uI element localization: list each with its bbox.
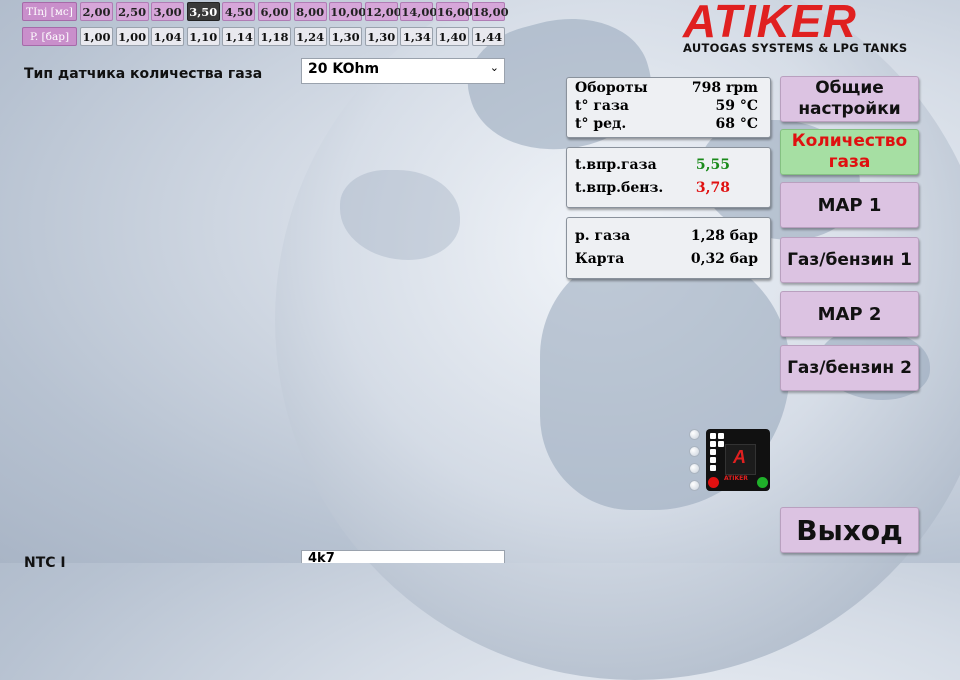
- tinj-cell[interactable]: 3,50: [186, 2, 220, 21]
- ntc-select[interactable]: 4k7: [301, 550, 505, 563]
- map-value: 0,32 бар: [690, 251, 758, 267]
- engine-status-panel: Обороты 798 rpm t° газа 59 °C t° ред. 68 °C: [566, 77, 771, 138]
- tinj-cell[interactable]: 10,00: [329, 2, 366, 21]
- chevron-down-icon: ⌄: [489, 61, 499, 74]
- pressure-cell[interactable]: 1,00: [115, 27, 149, 46]
- tinj-cell[interactable]: 2,50: [115, 2, 149, 21]
- pressure-cell[interactable]: 1,40: [436, 27, 469, 46]
- tinj-cell[interactable]: 4,50: [222, 2, 256, 21]
- gas-sensor-value: 20 KOhm: [308, 61, 380, 77]
- gas-injection-value: 5,55: [695, 157, 730, 173]
- device-screen: A: [725, 444, 756, 475]
- pressure-cell[interactable]: 1,04: [151, 27, 185, 46]
- gas-sensor-label: Тип датчика количества газа: [24, 66, 263, 82]
- tinj-cell[interactable]: 8,00: [293, 2, 327, 21]
- tinj-cell[interactable]: 14,00: [400, 2, 437, 21]
- rpm-value: 798 rpm: [691, 80, 758, 96]
- tinj-cell[interactable]: 12,00: [364, 2, 402, 21]
- device-led-icon: [710, 449, 716, 455]
- gas-injection-label: t.впр.газа: [575, 157, 657, 173]
- ntc-label: NTC I: [24, 555, 66, 571]
- gas-sensor-select[interactable]: 20 KOhm ⌄: [301, 58, 505, 84]
- exit-button[interactable]: Выход: [780, 507, 919, 553]
- pressure-cell[interactable]: 1,18: [258, 27, 291, 46]
- tinj-row-label: TInj [мс]: [22, 2, 77, 21]
- logo-tagline: AUTOGAS SYSTEMS & LPG TANKS: [683, 41, 908, 55]
- switch-device-icon[interactable]: A ATIKER: [706, 429, 770, 491]
- pressure-panel: р. газа 1,28 бар Карта 0,32 бар: [566, 217, 771, 279]
- device-led-icon: [710, 457, 716, 463]
- gas-quantity-button[interactable]: Количество газа: [780, 129, 919, 175]
- map2-button[interactable]: MAP 2: [780, 291, 919, 337]
- rpm-label: Обороты: [575, 80, 648, 96]
- petrol-injection-value: 3,78: [695, 180, 730, 196]
- gas-petrol-1-button[interactable]: Газ/бензин 1: [780, 237, 919, 283]
- pressure-cell[interactable]: 1,30: [364, 27, 398, 46]
- pressure-cell[interactable]: 1,10: [186, 27, 220, 46]
- green-led-icon: [757, 477, 768, 488]
- gas-temp-value: 59 °C: [715, 98, 759, 114]
- pressure-cell[interactable]: 1,14: [222, 27, 256, 46]
- device-led-icon: [718, 433, 724, 439]
- petrol-injection-label: t.впр.бенз.: [575, 180, 664, 196]
- gas-temp-label: t° газа: [575, 98, 629, 114]
- device-led-icon: [710, 433, 716, 439]
- led-icon: [689, 429, 700, 440]
- device-led-icon: [718, 441, 724, 447]
- gas-pressure-label: р. газа: [575, 228, 631, 244]
- map1-button[interactable]: MAP 1: [780, 182, 919, 228]
- pressure-cell[interactable]: 1,00: [80, 27, 113, 46]
- ntc-value: 4k7: [308, 551, 335, 563]
- led-icon: [689, 446, 700, 457]
- pressure-cell[interactable]: 1,34: [400, 27, 434, 46]
- reducer-temp-label: t° ред.: [575, 116, 627, 132]
- device-mark: A: [733, 447, 746, 467]
- pressure-cell[interactable]: 1,30: [329, 27, 363, 46]
- tinj-cell[interactable]: 6,00: [258, 2, 291, 21]
- device-led-icon: [710, 465, 716, 471]
- tinj-cell[interactable]: 3,00: [151, 2, 185, 21]
- tinj-cell[interactable]: 18,00: [471, 2, 509, 21]
- device-led-icon: [710, 441, 716, 447]
- injection-time-panel: t.впр.газа 5,55 t.впр.бенз. 3,78: [566, 147, 771, 208]
- gas-pressure-value: 1,28 бар: [690, 228, 758, 244]
- pressure-cell[interactable]: 1,44: [471, 27, 505, 46]
- pressure-cell[interactable]: 1,24: [293, 27, 327, 46]
- tinj-cell[interactable]: 16,00: [436, 2, 473, 21]
- gas-petrol-2-button[interactable]: Газ/бензин 2: [780, 345, 919, 391]
- pressure-row-label: P. [бар]: [22, 27, 77, 46]
- red-led-icon: [708, 477, 719, 488]
- led-icon: [689, 463, 700, 474]
- tinj-cell[interactable]: 2,00: [80, 2, 113, 21]
- general-settings-button[interactable]: Общие настройки: [780, 76, 919, 122]
- map-label: Карта: [575, 251, 625, 267]
- status-leds: [689, 429, 700, 497]
- led-icon: [689, 480, 700, 491]
- device-brand: ATIKER: [724, 475, 748, 482]
- reducer-temp-value: 68 °C: [715, 116, 759, 132]
